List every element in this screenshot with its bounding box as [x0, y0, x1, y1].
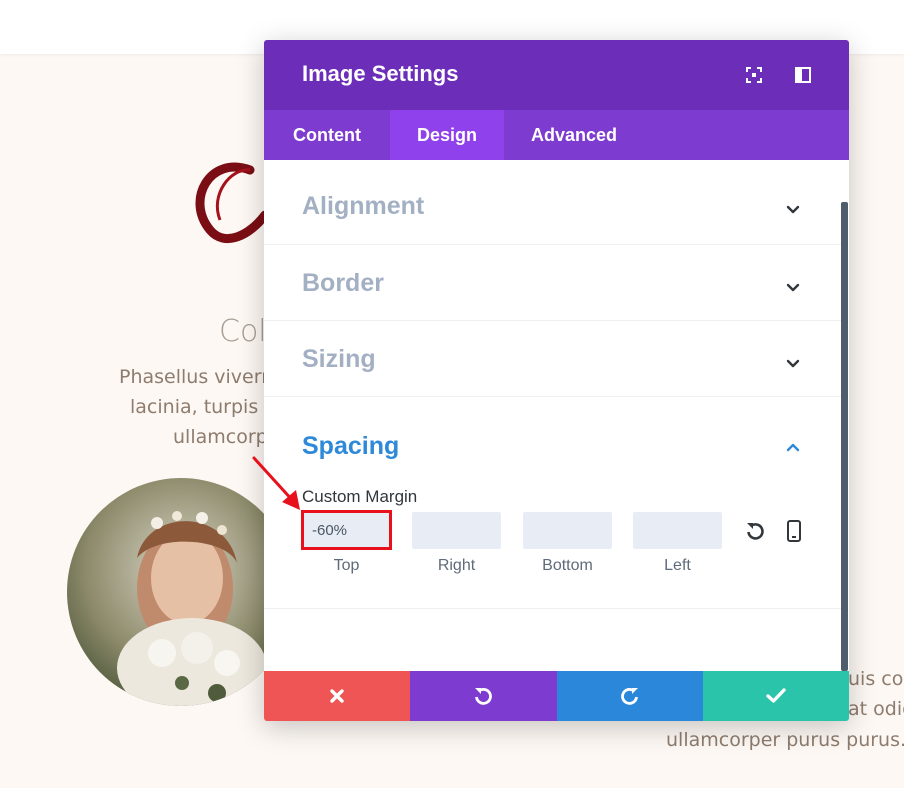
scrollbar[interactable]	[841, 202, 848, 671]
tab-content[interactable]: Content	[264, 110, 390, 160]
background-heading: Col	[219, 314, 267, 349]
discard-button[interactable]	[264, 671, 411, 721]
background-paragraph-line: ullamcorper purus purus.	[666, 729, 904, 751]
annotation-arrow	[252, 456, 300, 510]
settings-tabs: Content Design Advanced	[264, 110, 849, 160]
redo-icon	[620, 688, 638, 705]
modal-header: Image Settings	[264, 40, 849, 110]
section-title: Sizing	[302, 345, 376, 373]
margin-top-label: Top	[333, 557, 360, 574]
annotation-highlight-box	[301, 510, 392, 550]
background-paragraph-line: ullamcorp	[173, 426, 268, 448]
section-spacing: Spacing Custom Margin Top Right Bottom L…	[264, 397, 841, 609]
section-alignment[interactable]: Alignment	[264, 160, 841, 245]
chevron-down-icon	[786, 359, 800, 368]
save-checkmark-icon	[766, 688, 786, 703]
background-paragraph-line: uis cor	[848, 668, 904, 690]
modal-footer	[264, 671, 849, 721]
margin-left-label: Left	[664, 557, 691, 574]
mobile-device-icon[interactable]	[785, 520, 803, 542]
save-button[interactable]	[702, 671, 849, 721]
margin-left-input[interactable]	[633, 512, 722, 549]
section-sizing[interactable]: Sizing	[264, 321, 841, 397]
chevron-up-icon[interactable]	[783, 437, 803, 457]
background-paragraph-line: lacinia, turpis p	[130, 396, 277, 418]
margin-right-input[interactable]	[412, 512, 501, 549]
tab-design[interactable]: Design	[390, 110, 504, 160]
section-border[interactable]: Border	[264, 245, 841, 321]
section-title: Border	[302, 269, 384, 297]
redo-button[interactable]	[556, 671, 703, 721]
margin-bottom-input[interactable]	[523, 512, 612, 549]
chevron-down-icon	[786, 283, 800, 292]
section-title[interactable]: Spacing	[302, 432, 399, 461]
undo-button[interactable]	[410, 671, 557, 721]
expand-icon[interactable]	[744, 65, 764, 85]
background-paragraph-line: at odio	[848, 698, 904, 720]
section-title: Alignment	[302, 192, 425, 220]
discard-icon	[330, 689, 344, 703]
reset-icon[interactable]	[745, 521, 765, 541]
modal-title: Image Settings	[302, 61, 459, 86]
tab-advanced[interactable]: Advanced	[504, 110, 644, 160]
custom-margin-label: Custom Margin	[302, 487, 418, 506]
image-settings-modal: Image Settings Content Design Advanced A…	[264, 40, 849, 721]
margin-bottom-label: Bottom	[542, 557, 593, 574]
split-view-icon[interactable]	[793, 65, 813, 85]
undo-icon	[475, 688, 493, 705]
background-paragraph-line: Phasellus viverra	[119, 366, 281, 388]
chevron-down-icon	[786, 205, 800, 214]
margin-right-label: Right	[437, 557, 476, 574]
